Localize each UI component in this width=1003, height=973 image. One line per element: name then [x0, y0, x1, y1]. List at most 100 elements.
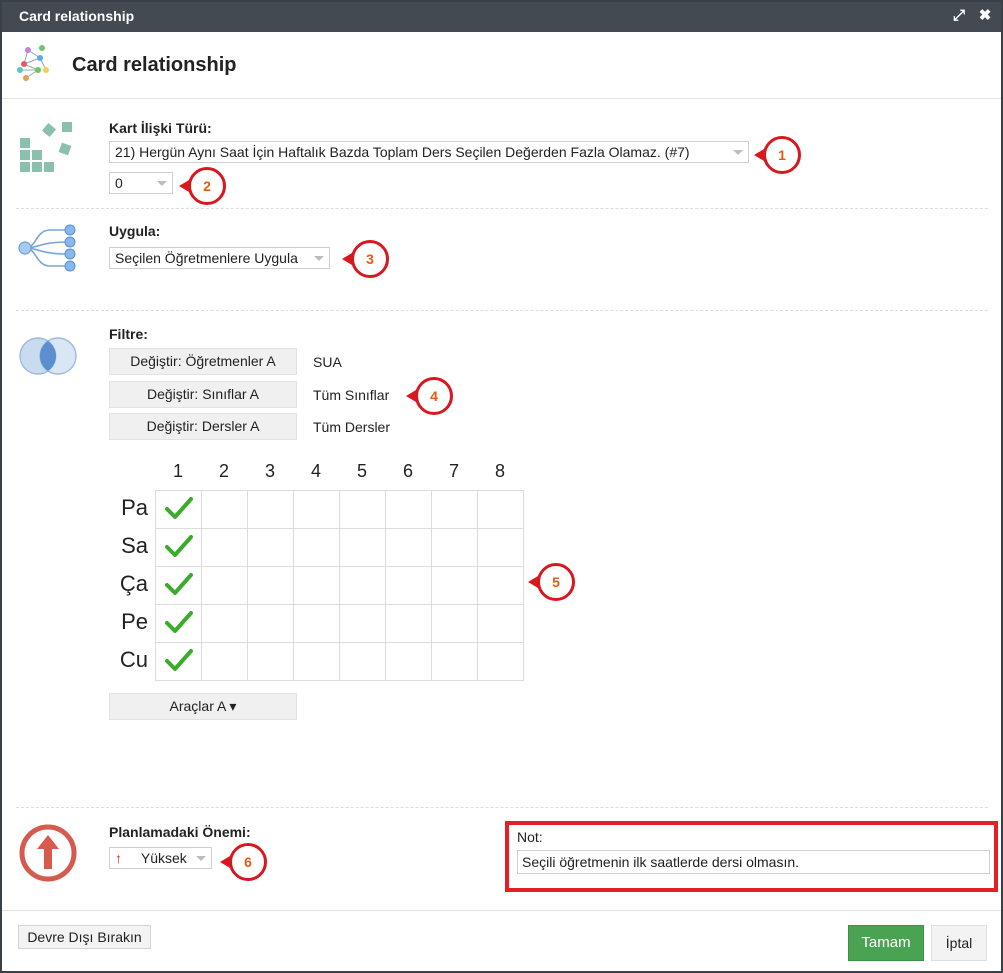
grid-cell[interactable]: [247, 528, 294, 567]
note-panel: Not: Seçili öğretmenin ilk saatlerde der…: [505, 821, 998, 892]
grid-cell[interactable]: [201, 528, 248, 567]
grid-cell[interactable]: [477, 566, 524, 605]
network-graph-icon: [14, 44, 50, 87]
grid-cell[interactable]: [477, 604, 524, 643]
filter-label: Filtre:: [109, 326, 148, 342]
callout-number: 2: [203, 178, 211, 194]
grid-cell[interactable]: [431, 528, 478, 567]
section-divider: [16, 807, 988, 808]
checkmark-icon: [164, 573, 193, 595]
section-divider: [16, 310, 988, 311]
grid-cell[interactable]: [155, 566, 202, 605]
callout-pointer: [406, 390, 416, 402]
subjects-filter-value: Tüm Dersler: [313, 419, 391, 435]
grid-cell[interactable]: [247, 642, 294, 681]
grid-column-header: 3: [264, 461, 275, 481]
callout-number: 5: [552, 574, 560, 590]
grid-cell[interactable]: [431, 566, 478, 605]
grid-cell[interactable]: [293, 490, 340, 529]
grid-cell[interactable]: [201, 604, 248, 643]
note-input[interactable]: Seçili öğretmenin ilk saatlerde dersi ol…: [517, 850, 990, 874]
grid-cell[interactable]: [477, 490, 524, 529]
grid-cell[interactable]: [293, 604, 340, 643]
close-icon[interactable]: ✖: [974, 5, 996, 27]
grid-cell[interactable]: [201, 566, 248, 605]
apply-select[interactable]: Seçilen Öğretmenlere Uygula: [109, 247, 330, 269]
grid-row: [155, 490, 524, 529]
grid-row: [155, 566, 524, 605]
importance-select[interactable]: ↑ Yüksek: [109, 847, 212, 869]
grid-cell[interactable]: [155, 528, 202, 567]
grid-row-header: Pa: [121, 495, 148, 520]
grid-cell[interactable]: [339, 604, 386, 643]
callout-number: 1: [778, 147, 786, 163]
teachers-filter-value: SUA: [313, 354, 342, 370]
grid-cell[interactable]: [339, 490, 386, 529]
grid-column-header: 6: [402, 461, 413, 481]
grid-cell[interactable]: [201, 642, 248, 681]
callout-number: 6: [244, 854, 252, 870]
change-teachers-button[interactable]: Değiştir: Öğretmenler A: [109, 348, 297, 375]
grid-cell[interactable]: [293, 642, 340, 681]
grid-cell[interactable]: [155, 490, 202, 529]
grid-cell[interactable]: [339, 642, 386, 681]
grid-row: [155, 528, 524, 567]
callout-pointer: [528, 576, 538, 588]
grid-cell[interactable]: [431, 490, 478, 529]
grid-cell[interactable]: [339, 528, 386, 567]
callout-pointer: [179, 180, 189, 192]
section-divider: [16, 208, 988, 209]
grid-cell[interactable]: [477, 642, 524, 681]
apply-label: Uygula:: [109, 223, 161, 239]
callout-pointer: [342, 253, 352, 265]
checkmark-icon: [164, 535, 193, 557]
callout-pointer: [220, 856, 230, 868]
apply-selected: Seçilen Öğretmenlere Uygula: [115, 250, 298, 266]
chevron-down-icon: [196, 856, 206, 861]
ok-button[interactable]: Tamam: [848, 925, 924, 961]
page-title: Card relationship: [72, 54, 237, 76]
callout-badge-2: 2: [179, 167, 226, 205]
grid-row: [155, 604, 524, 643]
grid-cell[interactable]: [247, 604, 294, 643]
grid-cell[interactable]: [339, 566, 386, 605]
classes-filter-value: Tüm Sınıflar: [313, 387, 390, 403]
chevron-down-icon: [733, 150, 743, 155]
card-type-label: Kart İlişki Türü:: [109, 120, 212, 136]
grid-cell[interactable]: [201, 490, 248, 529]
dialog-header: Card relationship: [2, 32, 1001, 99]
chevron-down-icon: [157, 181, 167, 186]
window-title: Card relationship: [19, 8, 135, 24]
disable-button[interactable]: Devre Dışı Bırakın: [18, 925, 151, 949]
card-value-select[interactable]: 0: [109, 172, 173, 194]
chevron-down-icon: [314, 256, 324, 261]
grid-cell[interactable]: [431, 642, 478, 681]
grid-cell[interactable]: [385, 566, 432, 605]
grid-row: [155, 642, 524, 681]
grid-column-header: 8: [494, 461, 505, 481]
tools-button[interactable]: Araçlar A ▾: [109, 693, 297, 720]
blocks-icon: [18, 120, 78, 179]
grid-cell[interactable]: [247, 566, 294, 605]
grid-cell[interactable]: [385, 490, 432, 529]
card-type-select[interactable]: 21) Hergün Aynı Saat İçin Haftalık Bazda…: [109, 141, 749, 163]
grid-cell[interactable]: [293, 528, 340, 567]
title-bar: Card relationship ⤢ ✖: [2, 2, 1001, 32]
period-grid: [155, 490, 524, 681]
grid-cell[interactable]: [385, 528, 432, 567]
grid-cell[interactable]: [155, 642, 202, 681]
grid-row-header: Ça: [119, 571, 148, 596]
grid-cell[interactable]: [431, 604, 478, 643]
maximize-icon[interactable]: ⤢: [948, 5, 970, 27]
cancel-button[interactable]: İptal: [931, 925, 987, 961]
grid-cell[interactable]: [155, 604, 202, 643]
grid-cell[interactable]: [293, 566, 340, 605]
grid-cell[interactable]: [385, 604, 432, 643]
callout-badge-4: 4: [406, 377, 453, 415]
change-classes-button[interactable]: Değiştir: Sınıflar A: [109, 381, 297, 408]
grid-cell[interactable]: [477, 528, 524, 567]
change-subjects-button[interactable]: Değiştir: Dersler A: [109, 413, 297, 440]
grid-cell[interactable]: [247, 490, 294, 529]
grid-cell[interactable]: [385, 642, 432, 681]
grid-row-header: Cu: [119, 647, 148, 672]
